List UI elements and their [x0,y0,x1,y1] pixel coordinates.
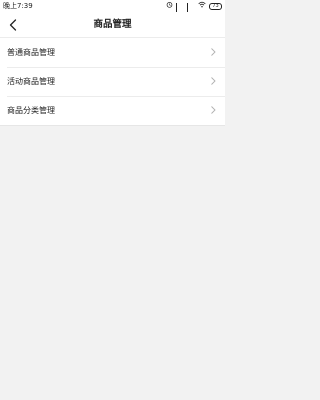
menu-item-regular-products[interactable]: 普通商品管理 [0,38,225,67]
menu-list: 普通商品管理 活动商品管理 商品分类管理 [0,38,225,126]
page-title: 商品管理 [93,19,132,30]
signal-icon-1 [176,3,184,19]
menu-item-label: 商品分类管理 [7,106,55,115]
signal-icon-2 [187,3,195,19]
alarm-icon [166,0,173,12]
status-bar: 晚上7:39 73 [0,0,225,19]
menu-item-product-categories[interactable]: 商品分类管理 [0,96,225,125]
menu-item-promotion-products[interactable]: 活动商品管理 [0,67,225,96]
battery-icon: 73 [209,2,222,10]
menu-item-label: 普通商品管理 [7,48,55,57]
menu-item-label: 活动商品管理 [7,77,55,86]
chevron-right-icon [211,106,216,114]
navigation-bar: 商品管理 [0,12,225,38]
chevron-right-icon [211,77,216,85]
status-icons: 73 [166,0,222,19]
chevron-right-icon [211,48,216,56]
status-time: 晚上7:39 [3,2,33,10]
wifi-icon [198,0,206,12]
